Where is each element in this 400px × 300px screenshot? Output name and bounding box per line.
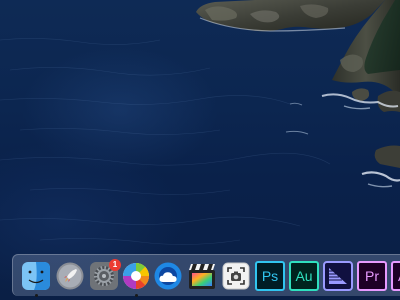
rocket-icon (56, 262, 84, 290)
dock: 1 Ps Au Pr (12, 254, 400, 297)
screenshot-icon (222, 262, 250, 290)
photoshop-icon: Ps (255, 261, 285, 291)
dock-item-after-effects[interactable]: A (391, 261, 400, 291)
dock-item-photoshop[interactable]: Ps (255, 261, 285, 291)
dock-item-launchpad[interactable] (55, 261, 85, 291)
audition-icon: Au (289, 261, 319, 291)
dock-item-final-cut-pro[interactable] (187, 261, 217, 291)
dock-item-screenshot[interactable] (221, 261, 251, 291)
running-indicator (34, 294, 38, 297)
dock-item-cloud-app[interactable] (153, 261, 183, 291)
dock-item-finder[interactable] (21, 261, 51, 297)
running-indicator (134, 294, 138, 297)
after-effects-icon: A (391, 261, 400, 291)
color-wheel-icon (123, 263, 150, 289)
dock-item-audition[interactable]: Au (289, 261, 319, 291)
media-encoder-icon (323, 261, 353, 291)
premiere-icon: Pr (357, 261, 387, 291)
dock-item-premiere-pro[interactable]: Pr (357, 261, 387, 291)
dock-item-color-wheel-app[interactable] (121, 261, 151, 297)
dock-item-media-encoder[interactable] (323, 261, 353, 291)
notification-badge: 1 (109, 259, 121, 271)
desktop: 1 Ps Au Pr (0, 0, 400, 300)
dock-item-system-preferences[interactable]: 1 (89, 259, 121, 291)
cloud-icon (154, 262, 182, 290)
clapperboard-icon (189, 264, 215, 289)
finder-icon (22, 262, 50, 290)
